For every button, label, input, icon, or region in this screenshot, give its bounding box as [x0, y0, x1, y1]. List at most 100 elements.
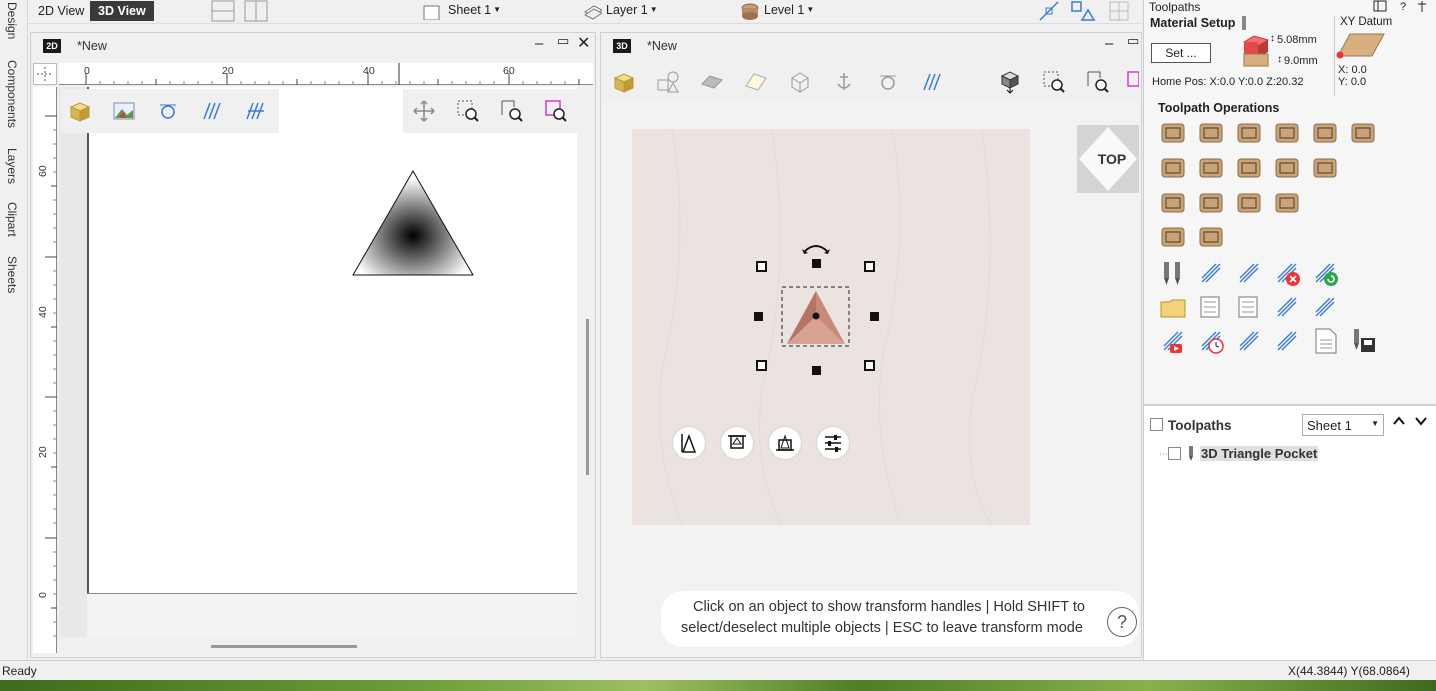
horizontal-scrollbar[interactable]	[211, 645, 357, 648]
toolpath-fluting-icon[interactable]	[1234, 153, 1264, 183]
toolpath-finish-3d-icon[interactable]	[1272, 188, 1302, 218]
toolpath-texture-2-icon[interactable]	[1196, 188, 1226, 218]
toolpath-folder-icon[interactable]	[1158, 292, 1188, 322]
material-block-icon[interactable]	[611, 69, 637, 95]
close-icon[interactable]: ✕	[577, 33, 590, 53]
toolpath-inlay-icon[interactable]	[1272, 118, 1302, 148]
wireframe-box-icon[interactable]	[787, 69, 813, 95]
transform-handle[interactable]	[812, 366, 821, 375]
toolpath-cut-out-3d-icon[interactable]	[1158, 222, 1188, 252]
move-up-icon[interactable]	[1392, 414, 1406, 431]
transform-handle[interactable]	[756, 261, 767, 272]
minimize-icon[interactable]: –	[535, 35, 543, 52]
settings-sliders-button[interactable]	[817, 427, 849, 459]
toolpath-delete-icon[interactable]	[1272, 258, 1302, 288]
toolpath-preview-icon[interactable]	[1158, 326, 1188, 356]
align-top-button[interactable]	[721, 427, 753, 459]
view-cube[interactable]: TOP	[1077, 125, 1139, 193]
vertical-scrollbar[interactable]	[586, 319, 589, 475]
maximize-icon[interactable]: ▭	[557, 33, 569, 49]
transform-handle[interactable]	[864, 261, 875, 272]
xy-datum-icon[interactable]	[1336, 30, 1388, 60]
split-horizontal-icon[interactable]	[211, 0, 235, 22]
toolpath-dome-icon[interactable]	[1196, 222, 1226, 252]
align-left-button[interactable]	[673, 427, 705, 459]
toolpath-item-checkbox[interactable]	[1168, 447, 1181, 460]
canvas-2d[interactable]	[59, 87, 577, 637]
triangle-pocket-3d[interactable]	[781, 286, 851, 348]
layer-dropdown[interactable]: Layer 1 ▼	[606, 3, 658, 17]
anchor-icon[interactable]	[831, 69, 857, 95]
zoom-selection-icon[interactable]	[543, 98, 569, 124]
toolpath-preview-icon[interactable]	[919, 69, 945, 95]
toolpath-preview-icon[interactable]	[199, 98, 225, 124]
toolpath-timer-icon[interactable]	[1196, 326, 1226, 356]
toolpath-template-icon[interactable]	[1234, 326, 1264, 356]
viewport-3d[interactable]: TOP Click on an object to show transform…	[601, 101, 1141, 657]
toolpath-list-a-icon[interactable]	[1196, 292, 1226, 322]
transform-handle[interactable]	[756, 360, 767, 371]
panel-pin-icon[interactable]: ?	[1372, 0, 1436, 15]
toolpath-moulding-icon[interactable]	[1310, 153, 1340, 183]
ruler-corner[interactable]	[33, 63, 57, 85]
toolpath-summary-icon[interactable]	[1310, 326, 1340, 356]
toolpaths-checkbox[interactable]	[1150, 418, 1163, 431]
material-block-icon[interactable]	[67, 98, 93, 124]
transform-handle[interactable]	[870, 312, 879, 321]
align-bottom-button[interactable]	[769, 427, 801, 459]
tab-components[interactable]: Components	[5, 60, 19, 128]
wood-plane-icon[interactable]	[743, 69, 769, 95]
triangle-vector-2d[interactable]	[351, 169, 475, 277]
toolpath-edit-icon[interactable]	[1196, 258, 1226, 288]
bitmap-image-icon[interactable]	[111, 98, 137, 124]
zoom-box-icon[interactable]	[455, 98, 481, 124]
snap-icon[interactable]	[1038, 0, 1060, 22]
rotate-handle-icon[interactable]	[802, 241, 830, 255]
tab-design[interactable]: Design	[5, 2, 19, 39]
zoom-extents-icon[interactable]	[499, 98, 525, 124]
tab-layers[interactable]: Layers	[5, 148, 19, 184]
toolpath-texture-icon[interactable]	[1158, 188, 1188, 218]
tab-sheets[interactable]: Sheets	[5, 256, 19, 293]
toolpath-toolpath-select-icon[interactable]	[1272, 326, 1302, 356]
toolpath-profile-icon[interactable]	[1158, 118, 1188, 148]
grid-icon[interactable]	[1108, 0, 1130, 22]
toolpath-drill-icon[interactable]	[1234, 118, 1264, 148]
toolpath-toolpath-merge-icon[interactable]	[1272, 292, 1302, 322]
level-dropdown[interactable]: Level 1 ▼	[764, 3, 814, 17]
sheet-select[interactable]: Sheet 1 ▼	[1302, 414, 1384, 436]
pan-icon[interactable]	[411, 98, 437, 124]
toolpath-tool-db-icon[interactable]	[1158, 258, 1188, 288]
material-set-button[interactable]: Set ...	[1151, 43, 1211, 63]
transform-icon[interactable]	[1070, 0, 1096, 22]
split-vertical-icon[interactable]	[244, 0, 268, 22]
toolpath-v-carve-icon[interactable]	[1158, 153, 1188, 183]
tab-clipart[interactable]: Clipart	[5, 202, 19, 237]
zoom-selection-icon[interactable]	[1125, 69, 1139, 95]
node-edit-icon[interactable]	[875, 69, 901, 95]
shaded-plane-icon[interactable]	[699, 69, 725, 95]
view-3d-button[interactable]: 3D View	[90, 1, 154, 21]
toolpath-texture-a-icon[interactable]	[1310, 118, 1340, 148]
sheet-dropdown[interactable]: Sheet 1 ▼	[448, 3, 501, 17]
toolpath-list-item[interactable]: 3D Triangle Pocket	[1144, 440, 1434, 464]
node-edit-icon[interactable]	[155, 98, 181, 124]
shapes-icon[interactable]	[655, 69, 681, 95]
toolpath-chamfer-icon[interactable]	[1272, 153, 1302, 183]
zoom-extents-icon[interactable]	[1085, 69, 1111, 95]
transform-handle[interactable]	[812, 259, 821, 268]
help-button[interactable]: ?	[1107, 607, 1137, 637]
view-2d-button[interactable]: 2D View	[30, 1, 92, 21]
toolpath-text-engrave-icon[interactable]	[1348, 118, 1378, 148]
transform-handle[interactable]	[864, 360, 875, 371]
toolpath-wrap-icon[interactable]	[1234, 258, 1264, 288]
view-down-icon[interactable]	[997, 69, 1023, 95]
material-block[interactable]	[632, 129, 1030, 525]
transform-handle[interactable]	[754, 312, 763, 321]
toolpath-list-b-icon[interactable]	[1234, 292, 1264, 322]
toolpath-merge-arrow-icon[interactable]	[1310, 292, 1340, 322]
move-down-icon[interactable]	[1414, 414, 1428, 431]
toolpath-pocket-icon[interactable]	[1196, 118, 1226, 148]
minimize-icon[interactable]: –	[1105, 35, 1113, 52]
toolpath-hatch-icon[interactable]	[243, 98, 269, 124]
